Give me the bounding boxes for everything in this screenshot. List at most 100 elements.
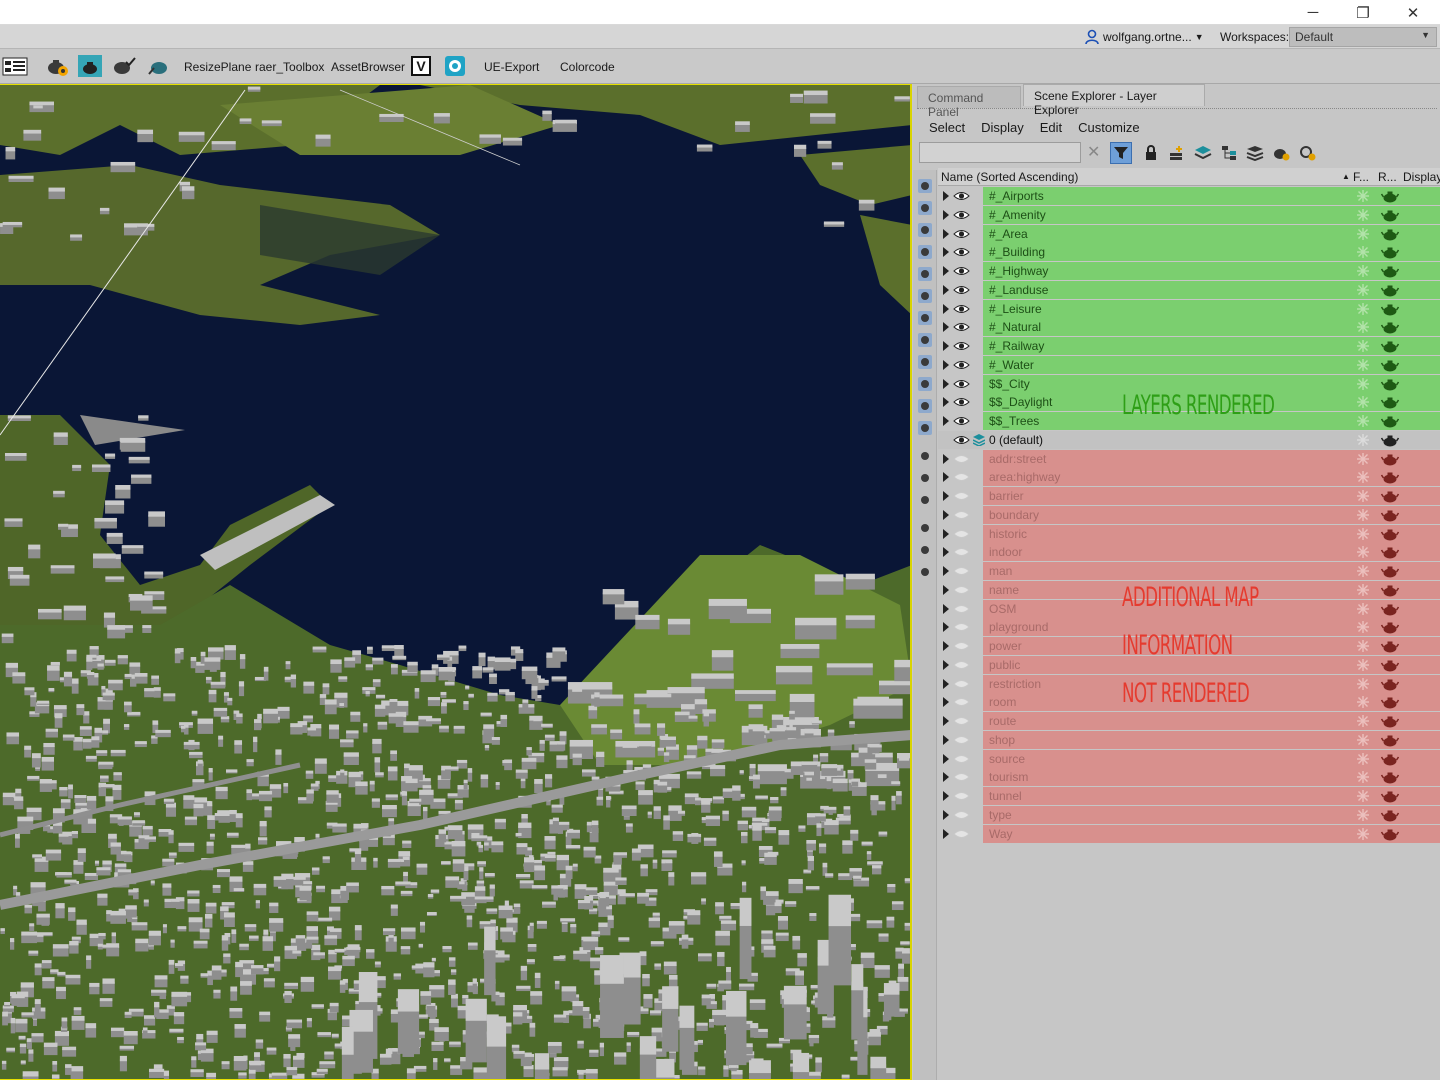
expand-triangle-icon[interactable] <box>943 678 949 689</box>
layer-row[interactable]: #_Water <box>938 355 1440 375</box>
render-teapot-icon[interactable] <box>1380 358 1400 372</box>
groups-filter-icon[interactable] <box>917 310 933 326</box>
layer-row[interactable]: boundary <box>938 505 1440 525</box>
visibility-eye-icon[interactable] <box>953 340 970 352</box>
render-teapot-icon[interactable] <box>1380 752 1400 766</box>
freeze-snowflake-icon[interactable] <box>1356 264 1370 278</box>
freeze-snowflake-icon[interactable] <box>1356 564 1370 578</box>
render-teapot-icon[interactable] <box>1380 508 1400 522</box>
render-teapot-icon[interactable] <box>1380 395 1400 409</box>
expand-triangle-icon[interactable] <box>943 734 949 745</box>
expand-triangle-icon[interactable] <box>943 622 949 633</box>
render-teapot-icon[interactable] <box>1380 320 1400 334</box>
user-account-menu[interactable]: wolfgang.ortne... ▼ <box>1084 27 1204 47</box>
toolbar-ue-export-button[interactable]: UE-Export <box>484 60 539 74</box>
visibility-eye-icon[interactable] <box>953 565 970 577</box>
expand-triangle-icon[interactable] <box>943 528 949 539</box>
layer-name[interactable]: tunnel <box>989 789 1022 803</box>
layer-name[interactable]: #_Railway <box>989 339 1044 353</box>
display-all-icon[interactable] <box>917 448 933 464</box>
visibility-eye-icon[interactable] <box>953 265 970 277</box>
layer-name[interactable]: type <box>989 808 1012 822</box>
spacewarps-filter-icon[interactable] <box>917 288 933 304</box>
render-teapot-icon[interactable] <box>1380 695 1400 709</box>
render-teapot-icon[interactable] <box>1380 827 1400 841</box>
visibility-eye-icon[interactable] <box>953 734 970 746</box>
search-input[interactable] <box>919 142 1081 163</box>
render-teapot-icon[interactable] <box>1380 377 1400 391</box>
bones-filter-icon[interactable] <box>917 354 933 370</box>
render-teapot-icon[interactable] <box>1380 245 1400 259</box>
visibility-eye-icon[interactable] <box>953 303 970 315</box>
layer-row[interactable]: addr:street <box>938 449 1440 469</box>
layer-row[interactable]: #_Highway <box>938 262 1440 281</box>
toolbar-raer-toolbox-button[interactable]: raer_Toolbox <box>255 60 324 74</box>
render-teapot-icon[interactable] <box>1380 808 1400 822</box>
render-teapot-icon[interactable] <box>1380 602 1400 616</box>
freeze-snowflake-icon[interactable] <box>1356 283 1370 297</box>
freeze-snowflake-icon[interactable] <box>1356 227 1370 241</box>
cube-export-icon[interactable] <box>444 55 466 77</box>
visibility-eye-icon[interactable] <box>953 359 970 371</box>
expand-triangle-icon[interactable] <box>943 641 949 651</box>
layer-row[interactable]: #_Natural <box>938 318 1440 337</box>
display-none-icon[interactable] <box>917 470 933 486</box>
layer-row[interactable]: route <box>938 712 1440 731</box>
layer-row[interactable]: type <box>938 805 1440 825</box>
hierarchy-icon[interactable] <box>1218 142 1240 164</box>
render-teapot-icon[interactable] <box>1380 189 1400 203</box>
hidden-filter-icon[interactable] <box>917 420 933 436</box>
minimize-button[interactable]: ─ <box>1290 0 1336 25</box>
render-teapot-icon[interactable] <box>1380 433 1400 447</box>
layer-row[interactable]: tourism <box>938 768 1440 787</box>
filter-icon[interactable] <box>917 542 933 558</box>
toolbox-icon[interactable] <box>917 564 933 580</box>
teapot-settings-icon[interactable] <box>1270 142 1292 164</box>
freeze-snowflake-icon[interactable] <box>1356 658 1370 672</box>
freeze-snowflake-icon[interactable] <box>1356 602 1370 616</box>
layer-name[interactable]: $$_City <box>989 377 1030 391</box>
teapot-window-icon[interactable] <box>77 54 103 78</box>
render-teapot-icon[interactable] <box>1380 339 1400 353</box>
layer-name[interactable]: #_Natural <box>989 320 1041 334</box>
teapot-check-icon[interactable] <box>111 54 137 78</box>
cameras-filter-icon[interactable] <box>917 244 933 260</box>
render-teapot-icon[interactable] <box>1380 527 1400 541</box>
freeze-snowflake-icon[interactable] <box>1356 752 1370 766</box>
add-layer-icon[interactable] <box>1166 142 1188 164</box>
layer-name[interactable]: indoor <box>989 545 1022 559</box>
expand-triangle-icon[interactable] <box>943 303 949 314</box>
column-display-header[interactable]: Display <box>1403 170 1440 184</box>
layer-row[interactable]: #_Building <box>938 243 1440 262</box>
visibility-eye-icon[interactable] <box>953 321 970 333</box>
layer-row[interactable]: source <box>938 749 1440 769</box>
helpers-filter-icon[interactable] <box>917 266 933 282</box>
layer-row[interactable]: #_Leisure <box>938 299 1440 319</box>
grid-menu-icon[interactable] <box>2 54 28 78</box>
frozen-filter-icon[interactable] <box>917 398 933 414</box>
render-teapot-icon[interactable] <box>1380 714 1400 728</box>
freeze-snowflake-icon[interactable] <box>1356 320 1370 334</box>
freeze-snowflake-icon[interactable] <box>1356 489 1370 503</box>
layer-row[interactable]: area:highway <box>938 468 1440 487</box>
freeze-snowflake-icon[interactable] <box>1356 527 1370 541</box>
freeze-snowflake-icon[interactable] <box>1356 827 1370 841</box>
render-teapot-icon[interactable] <box>1380 789 1400 803</box>
freeze-snowflake-icon[interactable] <box>1356 677 1370 691</box>
freeze-snowflake-icon[interactable] <box>1356 339 1370 353</box>
layers-stack-icon[interactable] <box>1192 142 1214 164</box>
layer-row[interactable]: #_Airports <box>938 187 1440 206</box>
expand-triangle-icon[interactable] <box>943 603 949 614</box>
render-teapot-icon[interactable] <box>1380 283 1400 297</box>
freeze-snowflake-icon[interactable] <box>1356 395 1370 409</box>
expand-triangle-icon[interactable] <box>943 753 949 764</box>
layer-name[interactable]: source <box>989 752 1025 766</box>
render-teapot-icon[interactable] <box>1380 414 1400 428</box>
visibility-eye-icon[interactable] <box>953 603 970 615</box>
freeze-snowflake-icon[interactable] <box>1356 245 1370 259</box>
expand-triangle-icon[interactable] <box>943 284 949 295</box>
visibility-eye-icon[interactable] <box>953 790 970 802</box>
layer-row[interactable]: historic <box>938 524 1440 544</box>
filter-funnel-icon[interactable] <box>917 520 933 536</box>
toolbar-colorcode-button[interactable]: Colorcode <box>560 60 615 74</box>
